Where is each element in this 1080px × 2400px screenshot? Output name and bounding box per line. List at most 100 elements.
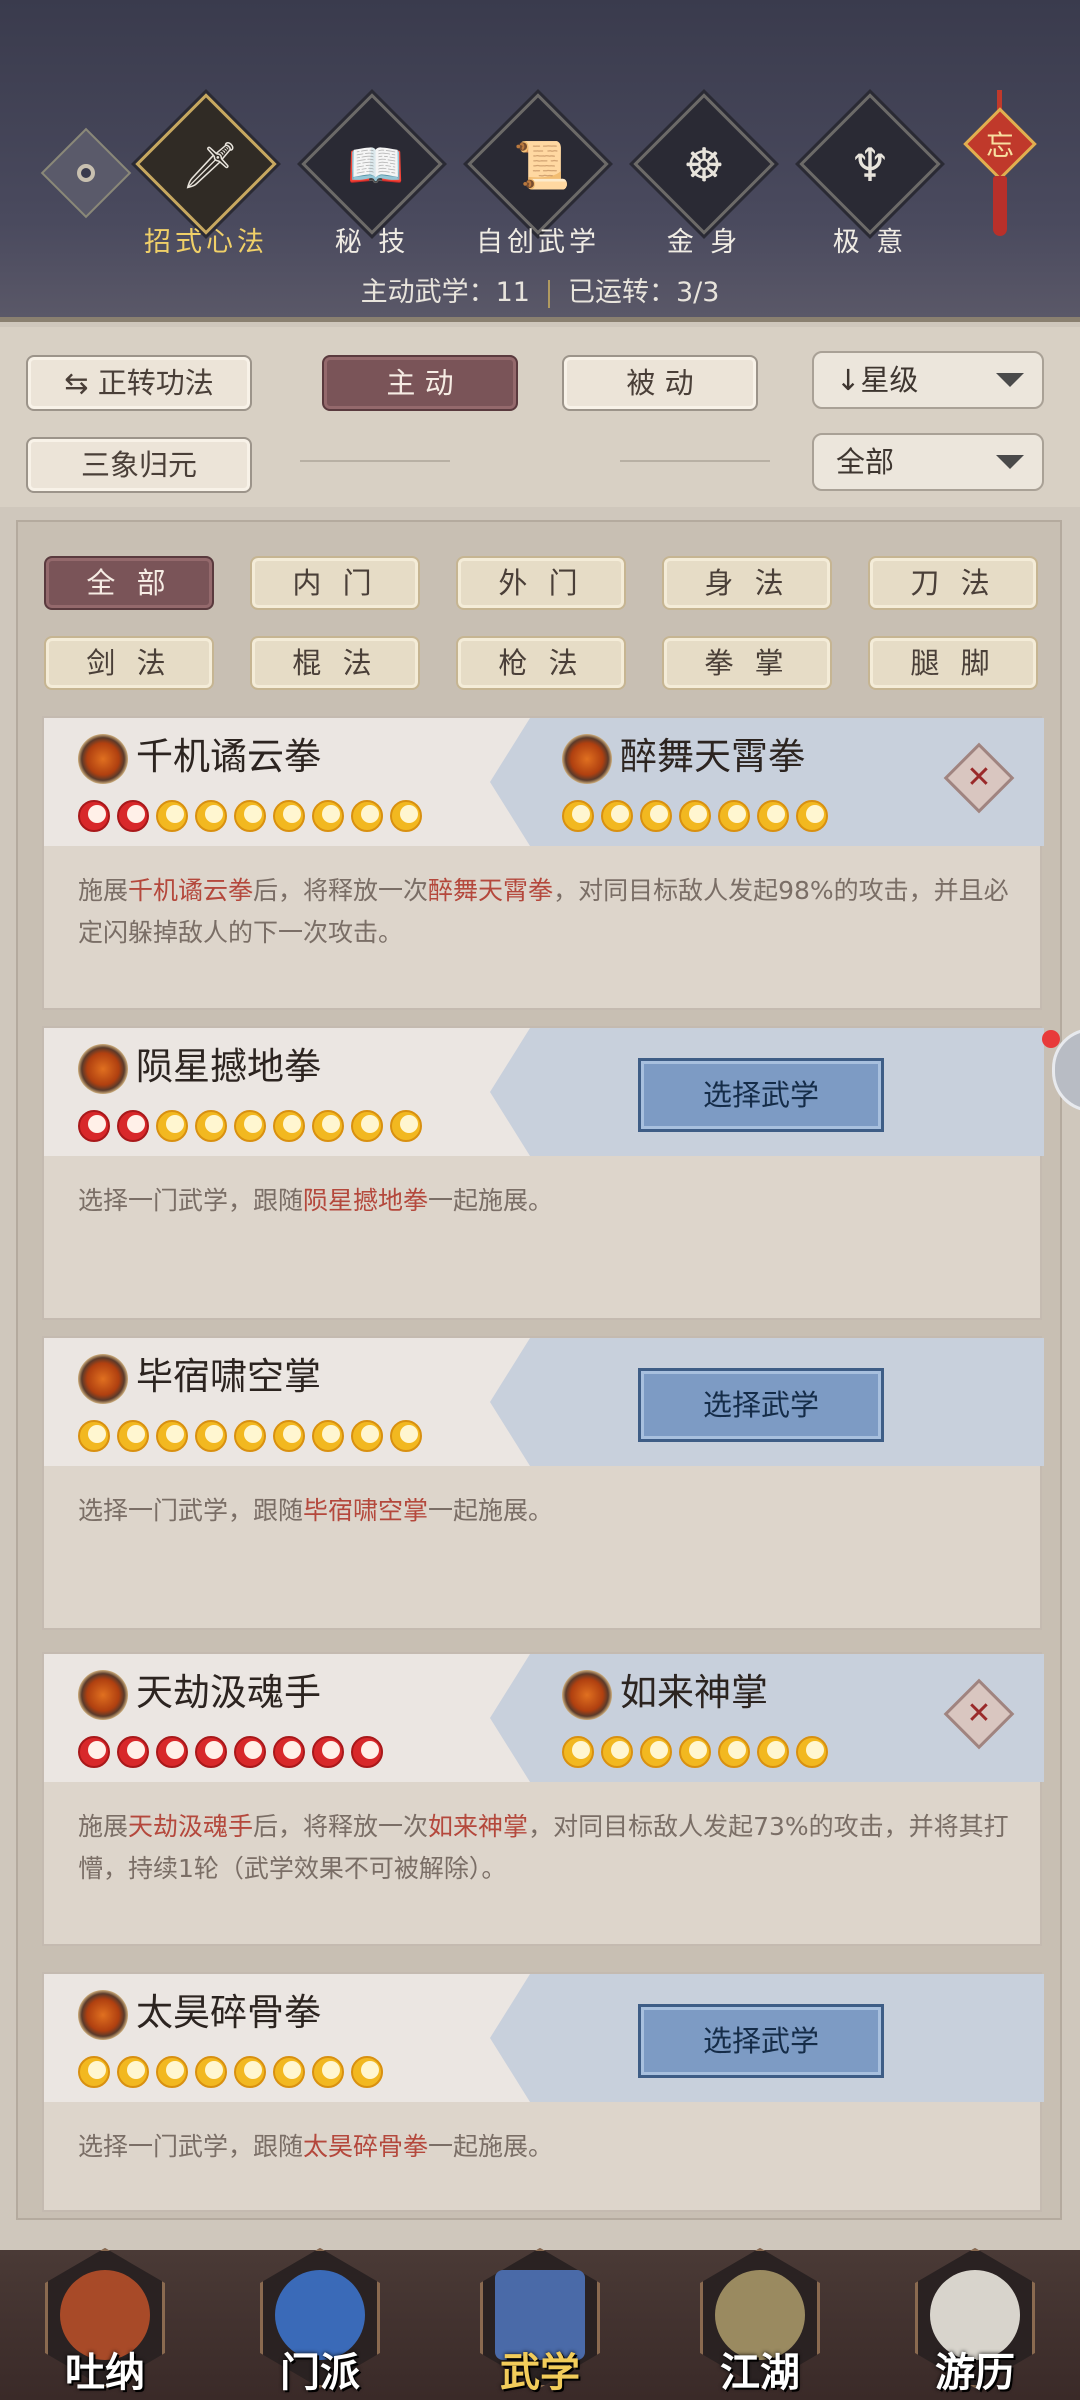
tab-custom[interactable]: 📜 自创武学 bbox=[458, 93, 618, 264]
nav-martial[interactable]: 武学 bbox=[465, 2220, 615, 2400]
sort-label: 星级 bbox=[860, 363, 919, 397]
tab-ultimate[interactable]: ♆ 极 意 bbox=[790, 93, 950, 264]
gold-star-icon bbox=[234, 1420, 266, 1452]
primary-skill-name[interactable]: 千机谲云拳 bbox=[136, 734, 321, 780]
linked-skill-name[interactable]: 如来神掌 bbox=[620, 1670, 768, 1716]
primary-skill-name[interactable]: 陨星撼地拳 bbox=[136, 1044, 321, 1090]
gold-star-icon bbox=[117, 2056, 149, 2088]
category-all[interactable]: 全 部 bbox=[44, 556, 214, 610]
select-skill-button[interactable]: 选择武学 bbox=[638, 1058, 884, 1132]
nav-sect[interactable]: 门派 bbox=[245, 2220, 395, 2400]
linked-skill-name[interactable]: 醉舞天霄拳 bbox=[620, 734, 805, 780]
category-fist[interactable]: 拳 掌 bbox=[662, 636, 832, 690]
nav-label: 门派 bbox=[280, 2349, 360, 2396]
select-skill-button[interactable]: 选择武学 bbox=[638, 1368, 884, 1442]
gold-star-icon bbox=[562, 1736, 594, 1768]
mode-button[interactable]: 三象归元 bbox=[26, 437, 252, 493]
red-star-icon bbox=[78, 800, 110, 832]
gold-star-icon bbox=[757, 800, 789, 832]
skill-panel: 全 部 内 门 外 门 身 法 刀 法 剑 法 棍 法 枪 法 拳 掌 腿 脚 … bbox=[16, 520, 1062, 2220]
category-label: 腿 脚 bbox=[910, 646, 996, 680]
tab-moves[interactable]: 🗡 招式心法 bbox=[126, 93, 286, 264]
combo-description: 施展千机谲云拳后，将释放一次醉舞天霄拳，对同目标敌人发起98%的攻击，并且必定闪… bbox=[78, 870, 1018, 954]
nav-jianghu[interactable]: 江湖 bbox=[685, 2220, 835, 2400]
tab-secret[interactable]: 📖 秘 技 bbox=[292, 93, 452, 264]
gold-star-icon bbox=[312, 1110, 344, 1142]
nav-travel[interactable]: 游历 bbox=[900, 2220, 1050, 2400]
gold-star-icon bbox=[78, 2056, 110, 2088]
filter-bar: ⇆ 正转功法 主 动 被 动 ↓星级 三象归元 全部 bbox=[0, 327, 1080, 507]
mode-label: 三象归元 bbox=[80, 448, 197, 482]
category-movement[interactable]: 身 法 bbox=[662, 556, 832, 610]
category-staff[interactable]: 棍 法 bbox=[250, 636, 420, 690]
red-star-icon bbox=[273, 1736, 305, 1768]
chinese-knot-button[interactable]: 忘 bbox=[960, 90, 1040, 250]
gold-star-icon bbox=[156, 1110, 188, 1142]
primary-skill-name[interactable]: 太昊碎骨拳 bbox=[136, 1990, 321, 2036]
gold-star-icon bbox=[117, 1420, 149, 1452]
category-label: 枪 法 bbox=[498, 646, 584, 680]
combo-card: 太昊碎骨拳 选择武学 选择一门武学，跟随太昊碎骨拳一起施展。 bbox=[42, 1972, 1044, 2212]
close-icon: ✕ bbox=[966, 1696, 992, 1731]
select-label: 选择武学 bbox=[702, 2024, 819, 2058]
eye-toggle[interactable] bbox=[40, 127, 132, 219]
passive-filter-button[interactable]: 被 动 bbox=[562, 355, 758, 411]
category-outer[interactable]: 外 门 bbox=[456, 556, 626, 610]
nav-label: 吐纳 bbox=[65, 2349, 145, 2396]
desc-skill-highlight: 如来神掌 bbox=[428, 1812, 529, 1841]
gold-star-icon bbox=[390, 1420, 422, 1452]
tab-body[interactable]: ☸ 金 身 bbox=[624, 93, 784, 264]
category-label: 刀 法 bbox=[910, 566, 996, 600]
tab-label: 极 意 bbox=[832, 227, 908, 258]
top-header: 🗡 招式心法 📖 秘 技 📜 自创武学 ☸ 金 身 ♆ 极 意 忘 主动武学：1… bbox=[0, 0, 1080, 322]
category-sword[interactable]: 剑 法 bbox=[44, 636, 214, 690]
gold-star-icon bbox=[273, 800, 305, 832]
category-leg[interactable]: 腿 脚 bbox=[868, 636, 1038, 690]
red-star-icon bbox=[195, 1736, 227, 1768]
desc-skill-highlight: 千机谲云拳 bbox=[128, 876, 254, 905]
gold-star-icon bbox=[796, 800, 828, 832]
active-filter-button[interactable]: 主 动 bbox=[322, 355, 518, 411]
gold-star-icon bbox=[195, 1110, 227, 1142]
desc-text: 一起施展。 bbox=[428, 1186, 554, 1215]
category-spear[interactable]: 枪 法 bbox=[456, 636, 626, 690]
passive-label: 被 动 bbox=[626, 366, 694, 400]
gold-star-icon bbox=[273, 1420, 305, 1452]
primary-skill-name[interactable]: 毕宿啸空掌 bbox=[136, 1354, 321, 1400]
desc-text: 施展 bbox=[78, 876, 129, 905]
gold-star-icon bbox=[234, 2056, 266, 2088]
martial-pose-icon: ♆ bbox=[849, 138, 891, 192]
switch-label: 正转功法 bbox=[97, 366, 214, 400]
combo-description: 选择一门武学，跟随太昊碎骨拳一起施展。 bbox=[78, 2126, 1018, 2168]
category-blade[interactable]: 刀 法 bbox=[868, 556, 1038, 610]
gold-star-icon bbox=[351, 2056, 383, 2088]
dragon-emblem-icon bbox=[562, 1670, 612, 1720]
gold-star-icon bbox=[312, 2056, 344, 2088]
sort-dropdown[interactable]: ↓星级 bbox=[812, 351, 1044, 409]
nav-breathing[interactable]: 吐纳 bbox=[30, 2220, 180, 2400]
gold-star-icon bbox=[273, 2056, 305, 2088]
type-dropdown[interactable]: 全部 bbox=[812, 433, 1044, 491]
switch-button[interactable]: ⇆ 正转功法 bbox=[26, 355, 252, 411]
gold-star-icon bbox=[390, 1110, 422, 1142]
category-label: 外 门 bbox=[498, 566, 584, 600]
gold-star-icon bbox=[390, 800, 422, 832]
gold-star-icon bbox=[679, 800, 711, 832]
primary-skill-name[interactable]: 天劫汲魂手 bbox=[136, 1670, 321, 1716]
category-inner[interactable]: 内 门 bbox=[250, 556, 420, 610]
close-icon: ✕ bbox=[966, 760, 992, 795]
gold-star-icon bbox=[312, 1420, 344, 1452]
scroll-book-icon: 📖 bbox=[347, 138, 405, 192]
dragon-emblem-icon bbox=[562, 734, 612, 784]
gold-star-icon bbox=[679, 1736, 711, 1768]
desc-text: 后，将释放一次 bbox=[253, 1812, 429, 1841]
select-skill-button[interactable]: 选择武学 bbox=[638, 2004, 884, 2078]
gold-star-icon bbox=[351, 800, 383, 832]
gold-star-icon bbox=[195, 1420, 227, 1452]
combo-card: 毕宿啸空掌 选择武学 选择一门武学，跟随毕宿啸空掌一起施展。 bbox=[42, 1336, 1044, 1630]
dragon-emblem-icon bbox=[78, 734, 128, 784]
combo-description: 选择一门武学，跟随毕宿啸空掌一起施展。 bbox=[78, 1490, 1018, 1532]
gold-star-icon bbox=[156, 800, 188, 832]
red-star-icon bbox=[78, 1110, 110, 1142]
chevron-down-icon bbox=[996, 455, 1024, 469]
